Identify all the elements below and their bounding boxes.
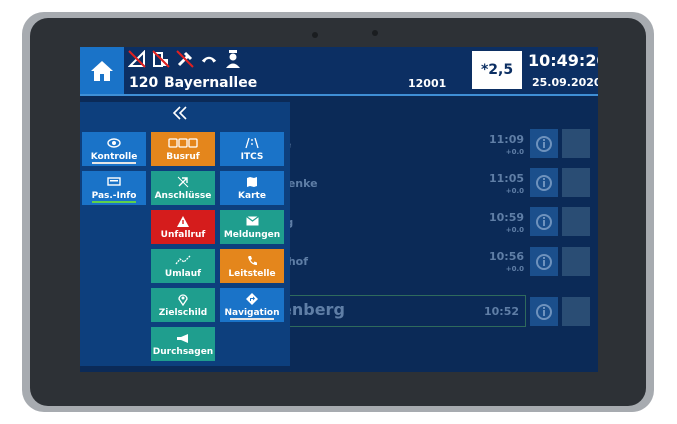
- warning-icon: [177, 215, 189, 228]
- stop-time: 10:52: [483, 305, 519, 318]
- menu-tile-kontrolle[interactable]: Kontrolle: [82, 132, 146, 166]
- disabled-button: [562, 207, 590, 236]
- tile-label: Karte: [238, 190, 266, 201]
- tile-label: Pas.-Info: [91, 190, 137, 201]
- trip-number: 12001: [408, 77, 447, 90]
- stop-time: 10:59: [488, 211, 524, 224]
- list-item-current: enberg 10:52: [276, 295, 526, 327]
- menu-tile-karte[interactable]: Karte: [220, 171, 284, 205]
- megaphone-icon: [176, 332, 190, 345]
- tile-label: Umlauf: [164, 268, 202, 279]
- stop-deviation: +0.0: [505, 187, 524, 195]
- display-icon: [107, 176, 121, 189]
- tile-label: Anschlüsse: [154, 190, 212, 201]
- info-button[interactable]: [530, 247, 558, 276]
- tile-label: ITCS: [240, 151, 264, 162]
- list-item: le 11:09 +0.0: [280, 130, 530, 163]
- menu-tile-busruf[interactable]: Busruf: [151, 132, 215, 166]
- tile-label: Kontrolle: [90, 151, 138, 162]
- clock-date: 25.09.2020: [532, 76, 598, 89]
- delay-indicator[interactable]: *2,5: [472, 51, 522, 89]
- tile-label: Durchsagen: [152, 346, 214, 357]
- tile-label: Leitstelle: [228, 268, 276, 279]
- status-bar: 120 Bayernallee 12001 *2,5 10:49:20 25.0…: [80, 47, 598, 94]
- phone-icon: [247, 254, 258, 267]
- signal-off-icon: [128, 50, 146, 68]
- menu-tile-itcs[interactable]: ITCS: [220, 132, 284, 166]
- tile-label: Zielschild: [158, 307, 208, 318]
- disabled-button: [562, 129, 590, 158]
- eye-icon: [107, 137, 121, 150]
- info-icon: [536, 213, 552, 230]
- tile-underline: [92, 162, 136, 164]
- menu-tile-anschluesse[interactable]: Anschlüsse: [151, 171, 215, 205]
- route-icon: [175, 254, 191, 267]
- menu-tile-zielschild[interactable]: Zielschild: [151, 288, 215, 322]
- list-item: nenke 11:05 +0.0: [280, 169, 530, 202]
- menu-tile-meldungen[interactable]: Meldungen: [220, 210, 284, 244]
- tile-label: Meldungen: [223, 229, 281, 240]
- location-pin-icon: [178, 293, 188, 306]
- menu-tile-durchsagen[interactable]: Durchsagen: [151, 327, 215, 361]
- tile-label: Unfallruf: [160, 229, 206, 240]
- stop-deviation: +0.0: [505, 265, 524, 273]
- navigation-icon: [246, 293, 258, 306]
- app-screen: 120 Bayernallee 12001 *2,5 10:49:20 25.0…: [80, 47, 598, 372]
- line-number: 120: [129, 75, 159, 91]
- info-icon: [536, 135, 552, 152]
- info-button[interactable]: [530, 207, 558, 236]
- menu-tile-unfallruf[interactable]: Unfallruf: [151, 210, 215, 244]
- side-menu: Kontrolle Pas.-Info Busruf Anschlüsse Un…: [80, 102, 290, 366]
- info-icon: [536, 303, 552, 320]
- stop-deviation: +0.0: [505, 148, 524, 156]
- connection-off-icon: [177, 176, 189, 189]
- menu-tile-pas-info[interactable]: Pas.-Info: [82, 171, 146, 205]
- list-item: rg 10:59 +0.0: [280, 208, 530, 241]
- stop-deviation: +0.0: [505, 226, 524, 234]
- double-chevron-left-icon: [172, 106, 187, 120]
- stop-time: 11:05: [488, 172, 524, 185]
- list-item: nhof 10:56 +0.0: [280, 247, 530, 280]
- info-icon: [536, 174, 552, 191]
- stop-time: 10:56: [488, 250, 524, 263]
- menu-tile-leitstelle[interactable]: Leitstelle: [220, 249, 284, 283]
- map-icon: [246, 176, 258, 189]
- stop-time: 11:09: [488, 133, 524, 146]
- clock-time: 10:49:20: [528, 51, 598, 70]
- tile-underline: [92, 201, 136, 203]
- road-icon: [245, 137, 259, 150]
- mail-icon: [245, 215, 259, 228]
- home-button[interactable]: [80, 47, 124, 94]
- disabled-button: [562, 247, 590, 276]
- sensor-icon: [312, 32, 318, 38]
- home-icon: [91, 60, 113, 81]
- tile-underline: [230, 318, 274, 320]
- device-status-icon: [152, 50, 170, 68]
- info-button[interactable]: [530, 168, 558, 197]
- disabled-button: [562, 297, 590, 326]
- header-divider: [80, 94, 598, 96]
- tile-label: Busruf: [166, 151, 200, 162]
- menu-tile-navigation[interactable]: Navigation: [220, 288, 284, 322]
- camera-icon: [372, 30, 378, 36]
- current-stop: Bayernallee: [164, 75, 258, 91]
- info-button[interactable]: [530, 297, 558, 326]
- tile-label: Navigation: [224, 307, 280, 318]
- disabled-button: [562, 168, 590, 197]
- info-icon: [536, 253, 552, 270]
- bus-icon: [168, 137, 198, 150]
- info-button[interactable]: [530, 129, 558, 158]
- phone-icon: [200, 50, 218, 68]
- tools-off-icon: [176, 50, 194, 68]
- menu-tile-umlauf[interactable]: Umlauf: [151, 249, 215, 283]
- stop-name: enberg: [281, 300, 345, 319]
- driver-icon: [224, 50, 242, 68]
- collapse-menu-button[interactable]: [172, 105, 188, 124]
